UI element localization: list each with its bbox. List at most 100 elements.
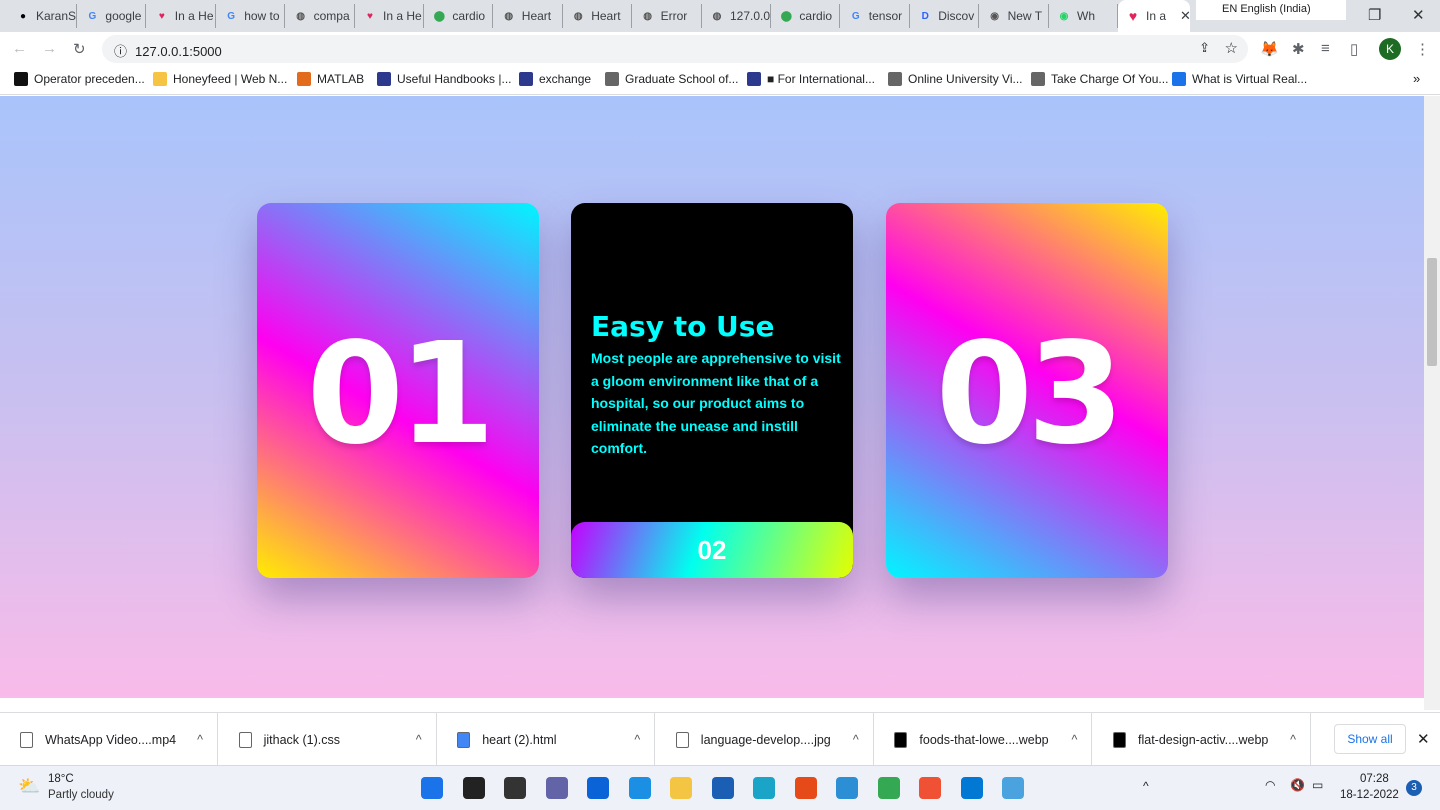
share-icon[interactable]: ⇪	[1199, 40, 1210, 56]
close-window-icon[interactable]: ✕	[1412, 6, 1425, 24]
download-item[interactable]: language-develop....jpg ^	[656, 713, 874, 766]
tab[interactable]: ● KaranS	[8, 4, 77, 28]
edge-icon[interactable]	[753, 777, 775, 799]
download-item[interactable]: flat-design-activ....webp ^	[1093, 713, 1311, 766]
back-icon[interactable]: ←	[12, 40, 27, 57]
bookmark-item[interactable]: Online University Vi...	[888, 72, 1023, 86]
tray-chevron-icon[interactable]: ^	[1143, 779, 1149, 793]
media-icon[interactable]: ≡	[1321, 40, 1330, 57]
battery-icon[interactable]: ▭	[1312, 778, 1323, 792]
tab[interactable]: Ggoogle	[77, 4, 147, 28]
card-01[interactable]: 01	[257, 203, 539, 578]
restore-icon[interactable]: ❐	[1368, 6, 1381, 24]
scrollbar[interactable]	[1424, 96, 1440, 710]
bookmark-item[interactable]: exchange	[519, 72, 591, 86]
app-icon[interactable]	[1002, 777, 1024, 799]
tab[interactable]: ◍ Heart	[494, 4, 563, 28]
bookmark-item[interactable]: Operator preceden...	[14, 72, 145, 86]
tab-active[interactable]: ♥ In a ✕	[1118, 0, 1190, 32]
info-icon[interactable]: ⓘ	[114, 44, 127, 59]
language-indicator[interactable]: EN English (India)	[1196, 0, 1346, 20]
bookmark-favicon-icon	[14, 72, 28, 86]
chevron-up-icon[interactable]: ^	[853, 733, 859, 747]
remote-desktop-icon[interactable]	[836, 777, 858, 799]
download-item[interactable]: heart (2).html ^	[437, 713, 656, 766]
extensions-icon[interactable]: ✱	[1292, 40, 1305, 58]
avatar[interactable]: K	[1379, 38, 1401, 60]
l-app-icon[interactable]	[628, 777, 651, 799]
bookmark-favicon-icon	[888, 72, 902, 86]
chrome-icon: ◉	[990, 10, 999, 22]
tab[interactable]: ◍ Heart	[563, 4, 633, 28]
close-downloads-icon[interactable]: ✕	[1417, 730, 1430, 748]
scrollbar-thumb[interactable]	[1427, 258, 1437, 366]
start-icon[interactable]	[421, 777, 443, 799]
git-icon[interactable]	[919, 777, 941, 799]
vscode-icon[interactable]	[960, 777, 983, 799]
bookmark-item[interactable]: MATLAB	[297, 72, 364, 86]
close-tab-icon[interactable]: ✕	[1180, 8, 1190, 24]
store-icon[interactable]	[711, 777, 734, 799]
menu-icon[interactable]: ⋮	[1415, 40, 1430, 58]
globe-icon: ◍	[643, 10, 652, 22]
bookmark-item[interactable]: Graduate School of...	[605, 72, 738, 86]
notification-badge[interactable]: 3	[1406, 780, 1422, 796]
card-02[interactable]: Easy to Use Most people are apprehensive…	[571, 203, 853, 578]
bookmark-item[interactable]: Take Charge Of You...	[1031, 72, 1168, 86]
volume-muted-icon[interactable]: 🔇	[1290, 778, 1305, 792]
download-item[interactable]: jithack (1).css ^	[219, 713, 437, 766]
card-03[interactable]: 03	[886, 203, 1168, 578]
teams-icon[interactable]	[545, 777, 568, 799]
tab[interactable]: Ghow to	[216, 4, 286, 28]
office-icon[interactable]	[794, 777, 817, 799]
tab[interactable]: ◍ compa	[286, 4, 355, 28]
download-item[interactable]: foods-that-lowe....webp ^	[874, 713, 1093, 766]
chevron-up-icon[interactable]: ^	[634, 733, 640, 747]
show-all-button[interactable]: Show all	[1334, 724, 1406, 754]
taskbar: ⛅ 18°C Partly cloudy ^ ◠ 🔇 ▭ 07:28 18-12…	[0, 765, 1440, 810]
google-icon: G	[227, 10, 236, 22]
file-icon	[20, 731, 33, 748]
metamask-icon[interactable]: 🦊	[1260, 40, 1279, 58]
chevron-up-icon[interactable]: ^	[197, 733, 203, 747]
heart-icon: ♥	[1128, 8, 1138, 24]
chevron-up-icon[interactable]: ^	[416, 733, 422, 747]
bookmark-item[interactable]: Useful Handbooks |...	[377, 72, 512, 86]
mail-icon[interactable]	[587, 777, 609, 799]
tab[interactable]: ⬤ cardio	[424, 4, 494, 28]
file-explorer-icon[interactable]	[670, 777, 692, 799]
google-icon: G	[88, 10, 97, 22]
file-icon	[894, 731, 908, 748]
chrome-icon[interactable]	[877, 777, 900, 799]
forward-icon[interactable]: →	[42, 40, 57, 57]
google-icon: G	[851, 10, 860, 22]
tab[interactable]: ◍ Error	[633, 4, 702, 28]
bookmarks-overflow[interactable]: »	[1413, 71, 1420, 86]
chevron-up-icon[interactable]: ^	[1290, 733, 1296, 747]
download-item[interactable]: WhatsApp Video....mp4 ^	[0, 713, 218, 766]
wifi-icon[interactable]: ◠	[1265, 778, 1275, 792]
bookmark-favicon-icon	[377, 72, 391, 86]
tab[interactable]: ◉ New T	[980, 4, 1049, 28]
chevron-up-icon[interactable]: ^	[1072, 733, 1078, 747]
bookmark-item[interactable]: Honeyfeed | Web N...	[153, 72, 287, 86]
tab[interactable]: ◍ 127.0.0	[702, 4, 771, 28]
search-icon[interactable]	[462, 777, 485, 799]
bookmark-favicon-icon	[153, 72, 167, 86]
tab[interactable]: ♥ In a He	[355, 4, 424, 28]
maps-icon: ⬤	[780, 10, 792, 22]
address-bar[interactable]: ⓘ 127.0.0.1:5000 ⇪ ☆	[102, 35, 1248, 63]
star-icon[interactable]: ☆	[1225, 39, 1238, 57]
file-icon	[1113, 731, 1126, 748]
reload-icon[interactable]: ↻	[73, 40, 86, 58]
tab[interactable]: ◉ Wh	[1049, 4, 1118, 28]
side-panel-icon[interactable]: ▯	[1350, 40, 1358, 58]
tab[interactable]: Gtensor	[841, 4, 910, 28]
bookmark-item[interactable]: ■ For International...	[747, 72, 875, 86]
tab[interactable]: ⬤ cardio	[771, 4, 841, 28]
tab[interactable]: D Discov	[910, 4, 980, 28]
task-view-icon[interactable]	[504, 777, 526, 799]
tab[interactable]: ♥ In a He	[147, 4, 216, 28]
discover-icon: D	[921, 10, 929, 22]
bookmark-item[interactable]: What is Virtual Real...	[1172, 72, 1307, 86]
